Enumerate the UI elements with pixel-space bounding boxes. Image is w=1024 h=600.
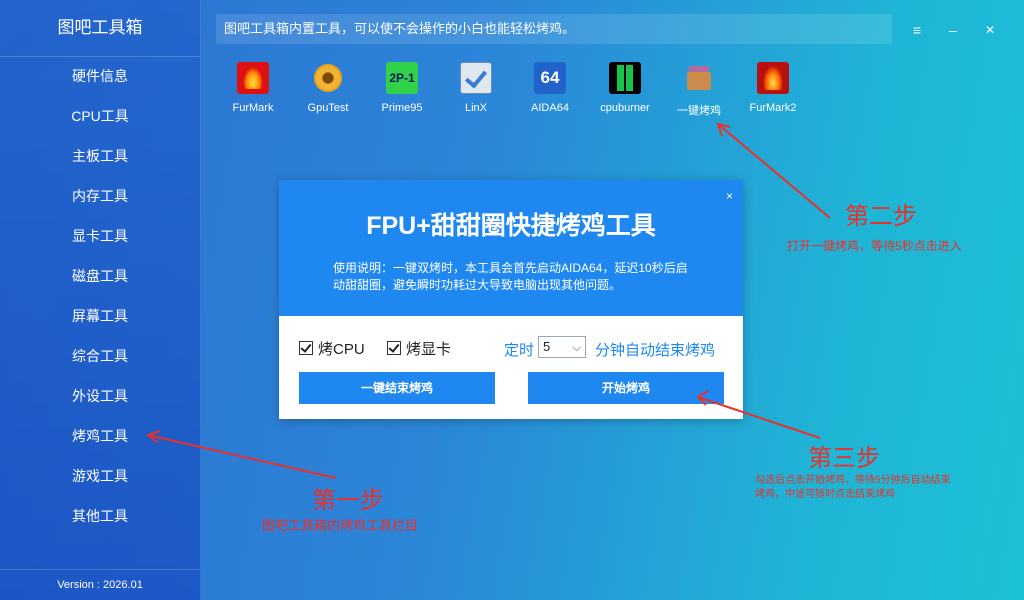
tool-furmark[interactable]: FurMark (216, 62, 290, 114)
close-icon[interactable]: ✕ (978, 18, 1002, 42)
tool-label: FurMark2 (749, 102, 797, 114)
one-key-burn-icon (683, 62, 715, 94)
app-title: 图吧工具箱 (0, 0, 200, 57)
tool-one-key-burn[interactable]: 一键烤鸡 (662, 62, 736, 118)
gputest-icon (312, 62, 344, 94)
timer-suffix: 分钟自动结束烤鸡 (595, 342, 716, 359)
option-cpu-label: 烤CPU (318, 341, 365, 358)
cpuburner-icon (609, 62, 641, 94)
step1-title: 第一步 (312, 487, 384, 514)
timer-prefix: 定时 (504, 342, 535, 359)
info-bar: 图吧工具箱内置工具，可以使不会操作的小白也能轻松烤鸡。 (216, 14, 892, 44)
step3-title: 第三步 (808, 445, 880, 472)
tool-prime95[interactable]: 2P-1 Prime95 (365, 62, 439, 114)
tool-furmark2[interactable]: FurMark2 (736, 62, 810, 114)
tool-linx[interactable]: LinX (439, 62, 513, 114)
option-gpu-label: 烤显卡 (406, 341, 452, 358)
tool-cpuburner[interactable]: cpuburner (588, 62, 662, 114)
dialog-close-icon[interactable]: × (726, 189, 733, 203)
option-cpu[interactable]: 烤CPU (299, 338, 365, 359)
option-gpu[interactable]: 烤显卡 (387, 338, 451, 359)
version-label: Version : 2026.01 (0, 569, 200, 600)
minimize-icon[interactable]: – (941, 18, 965, 42)
tool-label: GpuTest (307, 102, 349, 114)
sidebar-item-other-tools[interactable]: 其他工具 (0, 496, 200, 536)
sidebar-item-general-tools[interactable]: 综合工具 (0, 336, 200, 376)
step2-title: 第二步 (845, 203, 917, 230)
step3-desc: 勾选后点击开始烤鸡，等待5分钟后自动结束烤鸡，中途可随时点击结束烤鸡 (755, 475, 951, 500)
step1-desc: 图吧工具箱的烤鸡工具栏目 (262, 518, 419, 533)
tool-label: FurMark (232, 102, 274, 114)
sidebar-nav: 硬件信息 CPU工具 主板工具 内存工具 显卡工具 磁盘工具 屏幕工具 综合工具… (0, 56, 200, 536)
sidebar-item-screen-tools[interactable]: 屏幕工具 (0, 296, 200, 336)
tool-gputest[interactable]: GpuTest (291, 62, 365, 114)
sidebar-item-gpu-tools[interactable]: 显卡工具 (0, 216, 200, 256)
menu-icon[interactable]: ≡ (905, 18, 929, 42)
timer-select[interactable]: 5 ⌵ (538, 336, 586, 358)
sidebar-item-motherboard-tools[interactable]: 主板工具 (0, 136, 200, 176)
step2-desc: 打开一键烤鸡，等待5秒点击进入 (787, 239, 962, 253)
tool-label: AIDA64 (531, 102, 569, 114)
sidebar-item-memory-tools[interactable]: 内存工具 (0, 176, 200, 216)
tool-label: 一键烤鸡 (677, 105, 721, 117)
linx-icon (460, 62, 492, 94)
sidebar-item-disk-tools[interactable]: 磁盘工具 (0, 256, 200, 296)
tool-label: LinX (464, 102, 488, 114)
chevron-down-icon: ⌵ (572, 342, 581, 354)
sidebar: 图吧工具箱 硬件信息 CPU工具 主板工具 内存工具 显卡工具 磁盘工具 屏幕工… (0, 0, 201, 600)
aida64-icon: 64 (534, 62, 566, 94)
tool-label: Prime95 (381, 102, 423, 114)
sidebar-item-hardware-info[interactable]: 硬件信息 (0, 56, 200, 96)
checkbox-gpu[interactable] (387, 341, 401, 355)
start-burn-button[interactable]: 开始烤鸡 (528, 372, 724, 404)
tool-aida64[interactable]: 64 AIDA64 (513, 62, 587, 114)
dialog-description: 使用说明：一键双烤时，本工具会首先启动AIDA64，延迟10秒后启动甜甜圈，避免… (333, 261, 688, 292)
dialog-title: FPU+甜甜圈快捷烤鸡工具 (366, 212, 656, 240)
sidebar-item-burn-in-tools[interactable]: 烤鸡工具 (0, 416, 200, 456)
dialog-header: FPU+甜甜圈快捷烤鸡工具 使用说明：一键双烤时，本工具会首先启动AIDA64，… (279, 180, 743, 316)
sidebar-item-game-tools[interactable]: 游戏工具 (0, 456, 200, 496)
tool-label: cpuburner (600, 102, 650, 114)
sidebar-item-peripheral-tools[interactable]: 外设工具 (0, 376, 200, 416)
burn-in-dialog: FPU+甜甜圈快捷烤鸡工具 使用说明：一键双烤时，本工具会首先启动AIDA64，… (279, 180, 743, 419)
prime95-icon: 2P-1 (386, 62, 418, 94)
furmark2-icon (757, 62, 789, 94)
stop-burn-button[interactable]: 一键结束烤鸡 (299, 372, 495, 404)
timer-value: 5 (543, 339, 551, 354)
checkbox-cpu[interactable] (299, 341, 313, 355)
step2-arrowhead (716, 122, 731, 137)
info-bar-text: 图吧工具箱内置工具，可以使不会操作的小白也能轻松烤鸡。 (224, 21, 576, 36)
furmark-icon (237, 62, 269, 94)
sidebar-item-cpu-tools[interactable]: CPU工具 (0, 96, 200, 136)
